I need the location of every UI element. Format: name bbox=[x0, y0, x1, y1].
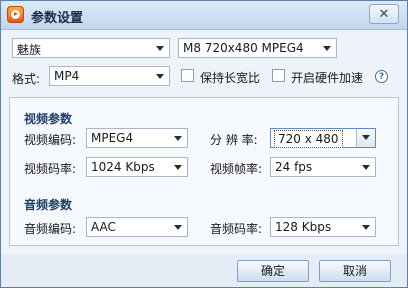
framerate-select[interactable]: 24 fps bbox=[270, 157, 376, 177]
dialog-title: 参数设置 bbox=[31, 11, 84, 26]
video-bitrate-select[interactable]: 1024 Kbps bbox=[86, 157, 188, 177]
framerate-label: 视频帧率: bbox=[210, 162, 263, 176]
hw-accel-label[interactable]: 开启硬件加速 bbox=[291, 69, 363, 86]
device-select[interactable]: 魅族 bbox=[12, 38, 170, 58]
button-bar: 确定 取消 bbox=[1, 254, 407, 287]
resolution-select[interactable]: 720 x 480 bbox=[270, 128, 376, 148]
cancel-button[interactable]: 取消 bbox=[319, 260, 391, 282]
help-icon[interactable]: ? bbox=[375, 70, 388, 83]
audio-section-title: 音频参数 bbox=[24, 198, 73, 212]
chevron-down-icon bbox=[156, 46, 164, 51]
parameters-panel: 视频参数 视频编码: MPEG4 分 辨 率: 720 x 480 视频码率: … bbox=[9, 97, 399, 246]
video-codec-label: 视频编码: bbox=[24, 133, 77, 147]
chevron-down-icon bbox=[174, 136, 182, 141]
chevron-down-icon bbox=[362, 135, 370, 140]
app-logo-icon bbox=[7, 6, 24, 23]
chevron-down-icon bbox=[323, 46, 331, 51]
audio-codec-label: 音频编码: bbox=[24, 222, 77, 236]
framerate-value: 24 fps bbox=[275, 160, 313, 174]
format-value: MP4 bbox=[54, 69, 80, 83]
chevron-down-icon bbox=[362, 225, 370, 230]
format-select[interactable]: MP4 bbox=[49, 66, 170, 86]
resolution-value: 720 x 480 bbox=[274, 130, 343, 148]
preset-select[interactable]: M8 720x480 MPEG4 bbox=[178, 38, 337, 58]
chevron-down-icon bbox=[174, 165, 182, 170]
hw-accel-checkbox[interactable] bbox=[272, 69, 285, 82]
chevron-down-icon bbox=[174, 225, 182, 230]
title-bar[interactable]: 参数设置 ✕ bbox=[1, 1, 407, 30]
audio-bitrate-value: 128 Kbps bbox=[275, 220, 332, 234]
chevron-down-icon bbox=[156, 74, 164, 79]
settings-dialog: 参数设置 ✕ 魅族 M8 720x480 MPEG4 格式: MP4 保持长宽比… bbox=[0, 0, 408, 288]
format-label: 格式: bbox=[12, 72, 41, 86]
video-codec-select[interactable]: MPEG4 bbox=[86, 128, 188, 148]
close-icon[interactable]: ✕ bbox=[369, 4, 399, 24]
audio-bitrate-label: 音频码率: bbox=[210, 222, 263, 236]
video-bitrate-value: 1024 Kbps bbox=[91, 160, 155, 174]
video-bitrate-label: 视频码率: bbox=[24, 162, 77, 176]
device-value: 魅族 bbox=[17, 43, 42, 57]
preset-value: M8 720x480 MPEG4 bbox=[183, 41, 304, 55]
chevron-down-icon bbox=[362, 165, 370, 170]
audio-bitrate-select[interactable]: 128 Kbps bbox=[270, 217, 376, 237]
audio-codec-value: AAC bbox=[91, 220, 116, 234]
resolution-label: 分 辨 率: bbox=[210, 133, 258, 147]
keep-aspect-checkbox[interactable] bbox=[181, 69, 194, 82]
audio-codec-select[interactable]: AAC bbox=[86, 217, 188, 237]
keep-aspect-label[interactable]: 保持长宽比 bbox=[200, 69, 260, 86]
ok-button[interactable]: 确定 bbox=[237, 260, 309, 282]
video-section-title: 视频参数 bbox=[24, 112, 73, 126]
video-codec-value: MPEG4 bbox=[91, 131, 134, 145]
resolution-dropdown-button[interactable] bbox=[356, 129, 375, 147]
